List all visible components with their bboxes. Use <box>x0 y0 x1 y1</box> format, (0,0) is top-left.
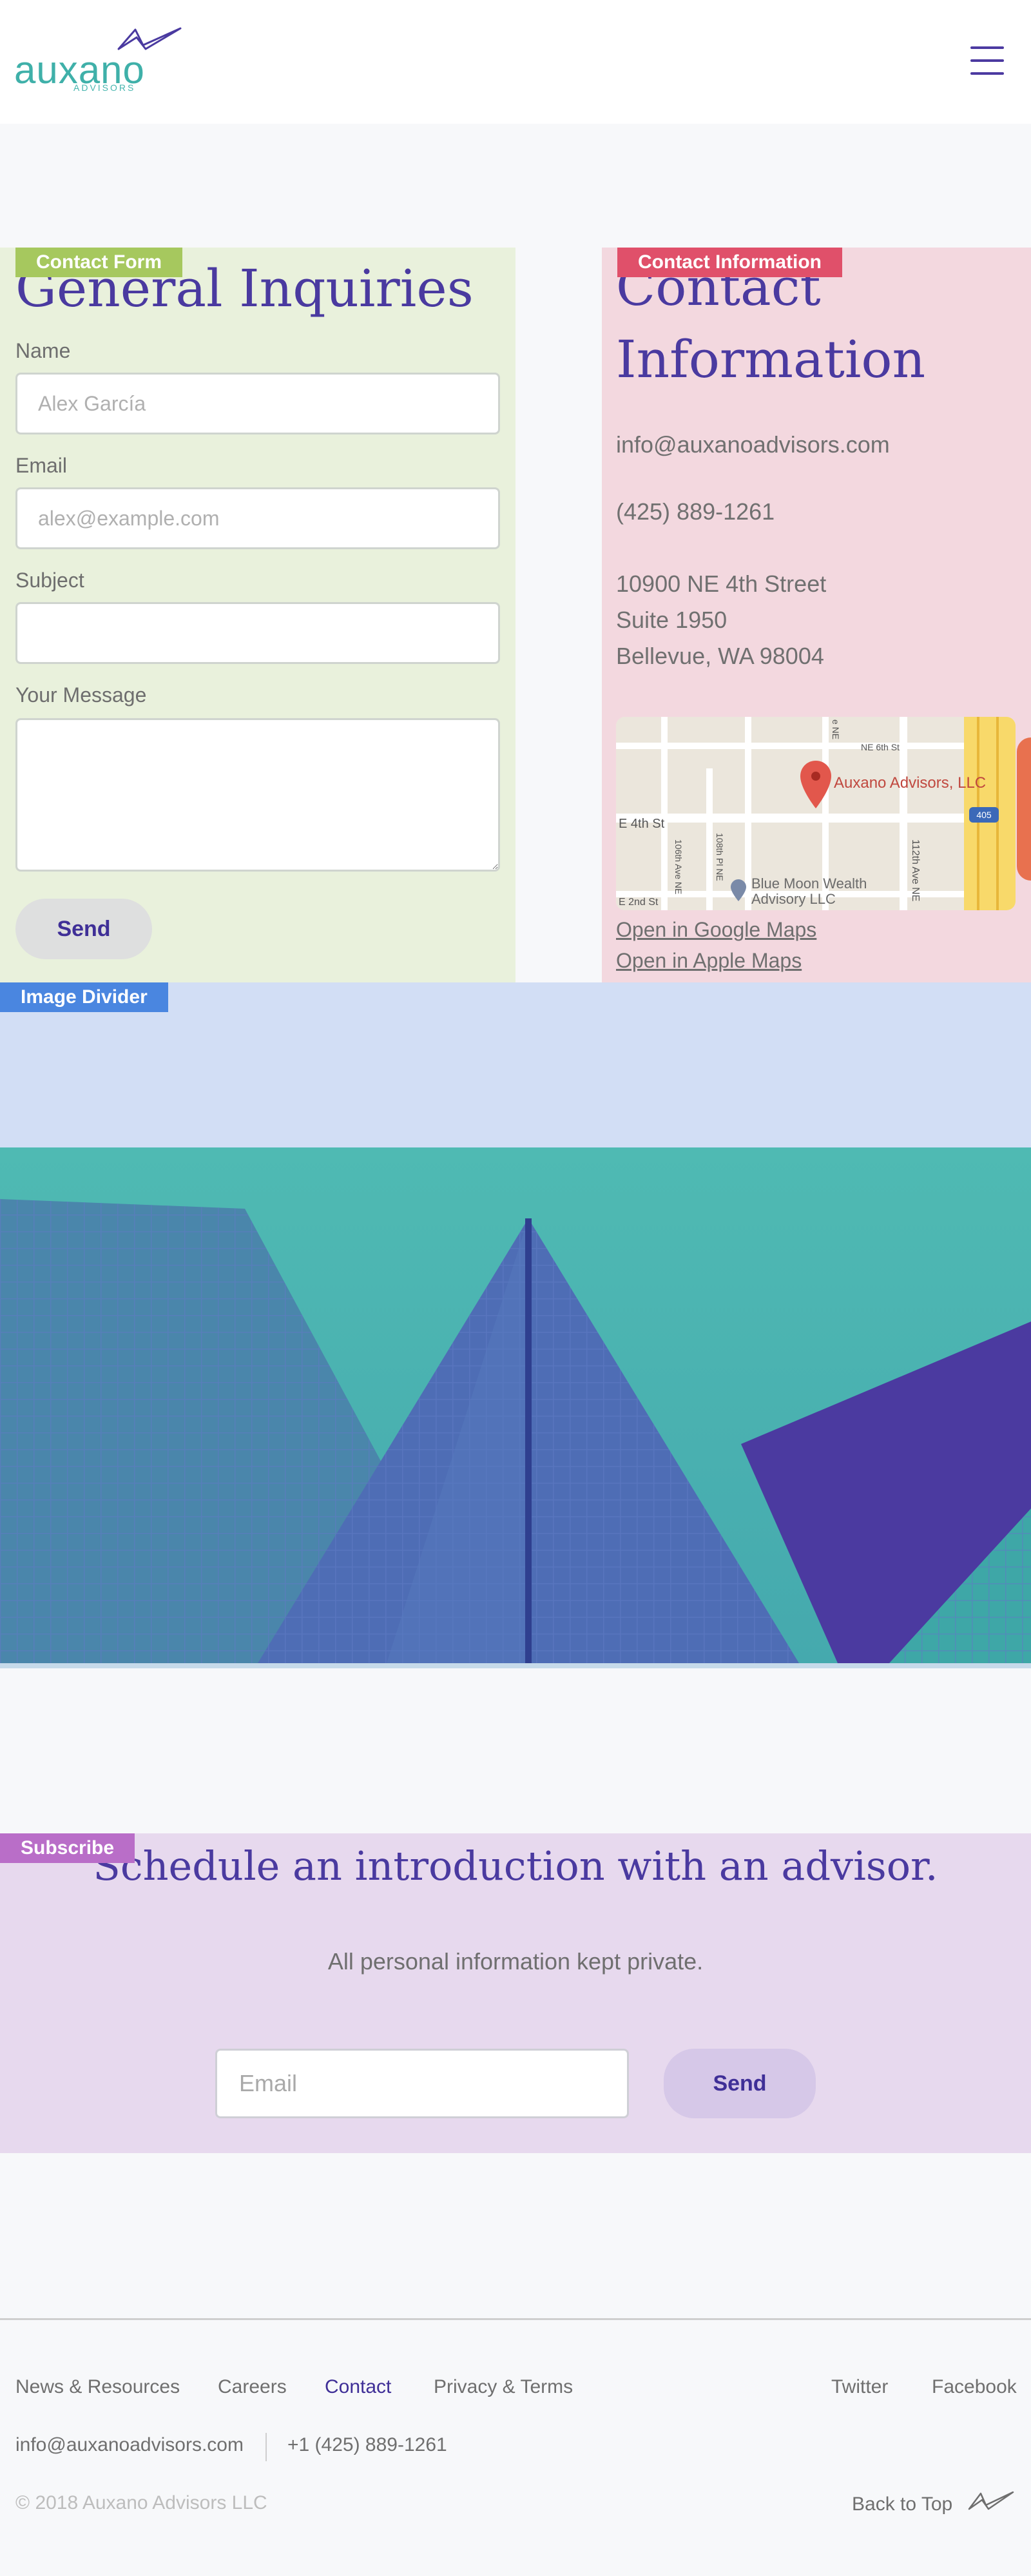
back-to-top-link[interactable]: Back to Top <box>852 2493 952 2515</box>
map-poi-label-1: Blue Moon Wealth <box>751 875 867 892</box>
building-illustration <box>0 1147 1031 1663</box>
contact-email[interactable]: info@auxanoadvisors.com <box>616 427 890 463</box>
address-line-2: Suite 1950 <box>616 607 727 633</box>
email-label: Email <box>15 454 68 477</box>
address-line-1: 10900 NE 4th Street <box>616 571 827 597</box>
email-field[interactable] <box>15 487 500 549</box>
address-line-3: Bellevue, WA 98004 <box>616 643 824 669</box>
map-street-108th: 108th Pl NE <box>715 833 725 881</box>
subject-field[interactable] <box>15 602 500 664</box>
back-to-top-bird-icon[interactable] <box>968 2490 1014 2512</box>
footer-email[interactable]: info@auxanoadvisors.com <box>15 2434 244 2456</box>
subscribe-heading: Schedule an introduction with an advisor… <box>93 1842 938 1889</box>
building-image <box>0 1147 1031 1663</box>
map-poi-label-2: Advisory LLC <box>751 891 836 907</box>
map-graphic: 405 E 4th St NE 6th St E 2nd St 106th Av… <box>616 717 1016 910</box>
footer-link-news[interactable]: News & Resources <box>15 2376 180 2398</box>
footer-link-facebook[interactable]: Facebook <box>932 2376 1017 2398</box>
map-side-marker <box>1017 737 1031 881</box>
map-pin-label: Auxano Advisors, LLC <box>834 774 986 792</box>
footer-phone[interactable]: +1 (425) 889-1261 <box>287 2434 447 2456</box>
subscribe-tag: Subscribe <box>0 1833 135 1863</box>
name-field[interactable] <box>15 373 500 434</box>
menu-hamburger-icon[interactable] <box>970 46 1004 76</box>
name-label: Name <box>15 339 71 362</box>
logo-subtitle: ADVISORS <box>73 83 136 93</box>
contact-information-tag: Contact Information <box>617 248 842 277</box>
location-map[interactable]: 405 E 4th St NE 6th St E 2nd St 106th Av… <box>616 717 1016 910</box>
message-textarea[interactable] <box>15 718 500 872</box>
message-label: Your Message <box>15 683 147 707</box>
divider-bottom-line <box>0 1663 1031 1668</box>
subscribe-email-input[interactable] <box>215 2049 629 2118</box>
subscribe-subtext: All personal information kept private. <box>327 1948 704 1975</box>
subscribe-section: Schedule an introduction with an advisor… <box>0 1833 1031 2153</box>
footer-link-privacy[interactable]: Privacy & Terms <box>434 2376 573 2398</box>
footer-divider <box>0 2318 1031 2320</box>
map-street-ne: e NE <box>831 719 841 739</box>
footer-separator <box>265 2433 267 2461</box>
form-send-button[interactable]: Send <box>15 899 152 959</box>
map-street-ne6th: NE 6th St <box>861 742 900 752</box>
footer-link-contact[interactable]: Contact <box>325 2376 391 2398</box>
open-google-maps-link[interactable]: Open in Google Maps <box>616 918 816 942</box>
map-highway-label: 405 <box>976 810 992 820</box>
subscribe-send-button[interactable]: Send <box>664 2049 816 2118</box>
map-street-4th: E 4th St <box>619 817 665 831</box>
contact-form-section: General Inquiries Name Email Subject You… <box>0 248 516 982</box>
contact-form-tag: Contact Form <box>15 248 182 277</box>
footer-link-twitter[interactable]: Twitter <box>831 2376 888 2398</box>
footer-link-careers[interactable]: Careers <box>218 2376 287 2398</box>
map-street-106th: 106th Ave NE <box>673 839 684 894</box>
open-apple-maps-link[interactable]: Open in Apple Maps <box>616 949 802 973</box>
subject-label: Subject <box>15 569 84 592</box>
image-divider-tag: Image Divider <box>0 982 168 1012</box>
contact-phone[interactable]: (425) 889-1261 <box>616 494 775 530</box>
map-street-2nd: E 2nd St <box>619 897 659 908</box>
site-header: auxano ADVISORS <box>0 0 1031 124</box>
map-street-112th: 112th Ave NE <box>910 839 921 901</box>
footer-copyright: © 2018 Auxano Advisors LLC <box>15 2492 267 2513</box>
logo-bird-icon <box>117 27 182 50</box>
contact-information-section: Contact Information info@auxanoadvisors.… <box>602 248 1031 982</box>
auxano-logo[interactable]: auxano ADVISORS <box>14 26 182 97</box>
